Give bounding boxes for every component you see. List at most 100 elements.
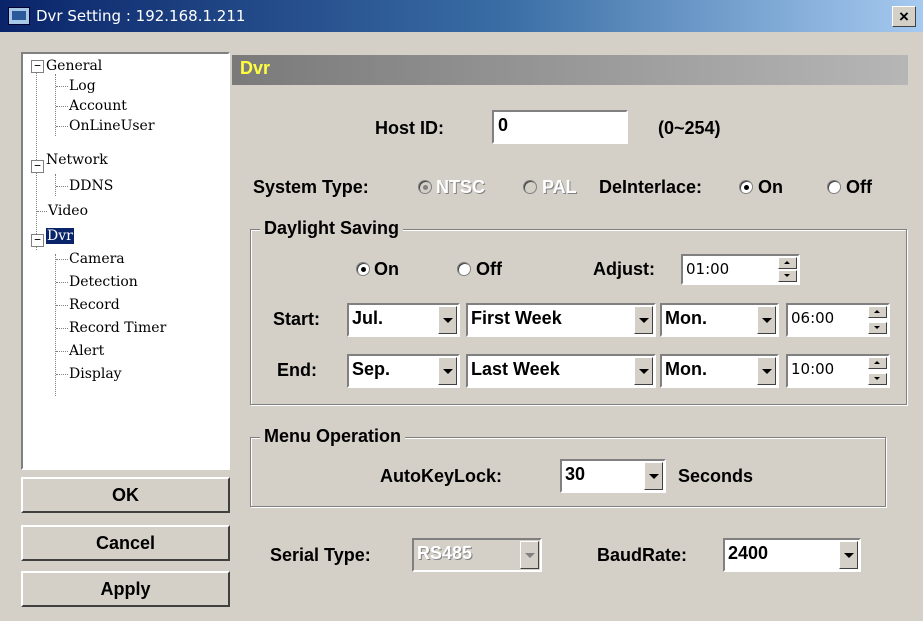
- start-week-select[interactable]: First Week: [466, 303, 656, 337]
- adjust-label: Adjust:: [593, 259, 655, 279]
- deinterlace-off-radio[interactable]: [827, 180, 841, 194]
- host-id-input[interactable]: 0: [492, 110, 628, 144]
- spin-up-icon[interactable]: [868, 357, 887, 369]
- end-day-select[interactable]: Mon.: [660, 354, 779, 388]
- window-title: Dvr Setting : 192.168.1.211: [36, 7, 246, 25]
- end-day-value: Mon.: [665, 359, 707, 379]
- start-month-select[interactable]: Jul.: [347, 303, 460, 337]
- tree-line: [56, 282, 68, 283]
- tree-item-ddns[interactable]: DDNS: [69, 176, 113, 196]
- tree-line: [55, 174, 56, 196]
- serial-type-select: RS485: [412, 538, 542, 572]
- dropdown-arrow-icon[interactable]: [634, 357, 653, 385]
- deinterlace-on-label[interactable]: On: [758, 177, 783, 198]
- host-id-label: Host ID:: [375, 118, 444, 138]
- dropdown-arrow-icon[interactable]: [757, 306, 776, 334]
- adjust-value: 01:00: [686, 260, 730, 278]
- autokeylock-value: 30: [565, 464, 586, 484]
- cancel-button[interactable]: Cancel: [21, 525, 230, 561]
- serial-type-label: Serial Type:: [270, 545, 371, 565]
- menu-operation-title: Menu Operation: [260, 426, 406, 447]
- end-week-value: Last Week: [471, 359, 560, 379]
- start-time-spinbox[interactable]: 06:00: [786, 303, 890, 337]
- baudrate-label: BaudRate:: [597, 545, 688, 565]
- autokeylock-label: AutoKeyLock:: [380, 466, 503, 486]
- deinterlace-label: DeInterlace:: [599, 177, 703, 197]
- spin-down-icon[interactable]: [868, 373, 887, 385]
- autokeylock-select[interactable]: 30: [560, 459, 666, 493]
- tree-item-record[interactable]: Record: [69, 295, 120, 315]
- serial-type-value: RS485: [417, 543, 473, 563]
- collapse-icon[interactable]: −: [31, 160, 44, 173]
- ok-button[interactable]: OK: [21, 477, 230, 513]
- dropdown-arrow-icon[interactable]: [757, 357, 776, 385]
- baudrate-select[interactable]: 2400: [723, 538, 861, 572]
- section-header: Dvr: [232, 55, 908, 85]
- tree-line: [56, 374, 68, 375]
- tree-item-detection[interactable]: Detection: [69, 272, 138, 292]
- dropdown-arrow-icon[interactable]: [644, 462, 663, 490]
- tree-item-display[interactable]: Display: [69, 364, 122, 384]
- tree-item-log[interactable]: Log: [69, 76, 96, 96]
- spin-up-icon[interactable]: [868, 306, 887, 318]
- tree-line: [37, 211, 47, 212]
- dropdown-arrow-icon[interactable]: [438, 357, 457, 385]
- deinterlace-off-label[interactable]: Off: [846, 177, 872, 198]
- collapse-icon[interactable]: −: [31, 60, 44, 73]
- dropdown-arrow-icon[interactable]: [634, 306, 653, 334]
- dropdown-arrow-icon[interactable]: [438, 306, 457, 334]
- adjust-spinbox[interactable]: 01:00: [681, 254, 800, 285]
- tree-item-account[interactable]: Account: [69, 96, 127, 116]
- app-icon: [8, 7, 30, 25]
- host-id-range: (0~254): [658, 118, 721, 138]
- dst-off-label[interactable]: Off: [476, 259, 502, 280]
- dst-off-radio[interactable]: [457, 262, 471, 276]
- tree-item-alert[interactable]: Alert: [69, 341, 104, 361]
- pal-radio: [523, 180, 537, 194]
- tree-item-dvr[interactable]: Dvr: [46, 228, 74, 244]
- collapse-icon[interactable]: −: [31, 234, 44, 247]
- tree-line: [56, 86, 68, 87]
- ntsc-radio: [418, 180, 432, 194]
- tree-item-network[interactable]: Network: [46, 150, 108, 170]
- pal-label: PAL: [542, 177, 577, 197]
- end-month-select[interactable]: Sep.: [347, 354, 460, 388]
- spin-down-icon[interactable]: [778, 270, 797, 282]
- section-title: Dvr: [240, 58, 271, 78]
- dropdown-arrow-icon[interactable]: [839, 541, 858, 569]
- tree-line: [56, 305, 68, 306]
- deinterlace-on-radio[interactable]: [739, 180, 753, 194]
- tree-item-general[interactable]: General: [46, 56, 102, 76]
- close-button[interactable]: ×: [892, 6, 916, 27]
- tree-line: [56, 186, 68, 187]
- start-day-select[interactable]: Mon.: [660, 303, 779, 337]
- tree-line: [56, 126, 68, 127]
- spin-up-icon[interactable]: [778, 257, 797, 269]
- start-month-value: Jul.: [352, 308, 384, 328]
- title-bar: Dvr Setting : 192.168.1.211 ×: [0, 0, 923, 32]
- dst-on-radio[interactable]: [356, 262, 370, 276]
- start-label: Start:: [273, 309, 321, 329]
- spin-down-icon[interactable]: [868, 322, 887, 334]
- tree-item-record-timer[interactable]: Record Timer: [69, 318, 166, 338]
- start-time-value: 06:00: [791, 309, 835, 327]
- seconds-label: Seconds: [678, 466, 754, 486]
- end-time-value: 10:00: [791, 360, 835, 378]
- tree-line: [56, 351, 68, 352]
- end-time-spinbox[interactable]: 10:00: [786, 354, 890, 388]
- daylight-saving-title: Daylight Saving: [260, 218, 404, 239]
- end-week-select[interactable]: Last Week: [466, 354, 656, 388]
- tree-line: [56, 259, 68, 260]
- start-day-value: Mon.: [665, 308, 707, 328]
- tree-item-video[interactable]: Video: [48, 201, 88, 221]
- baudrate-value: 2400: [728, 543, 769, 563]
- dropdown-arrow-icon: [520, 541, 539, 569]
- tree-item-onlineuser[interactable]: OnLineUser: [69, 116, 155, 136]
- settings-tree[interactable]: − General Log Account OnLineUser − Netwo…: [21, 52, 230, 470]
- system-type-label: System Type:: [253, 177, 369, 197]
- ntsc-label: NTSC: [436, 177, 485, 197]
- dst-on-label[interactable]: On: [374, 259, 399, 280]
- end-label: End:: [277, 360, 317, 380]
- apply-button[interactable]: Apply: [21, 571, 230, 607]
- tree-item-camera[interactable]: Camera: [69, 249, 125, 269]
